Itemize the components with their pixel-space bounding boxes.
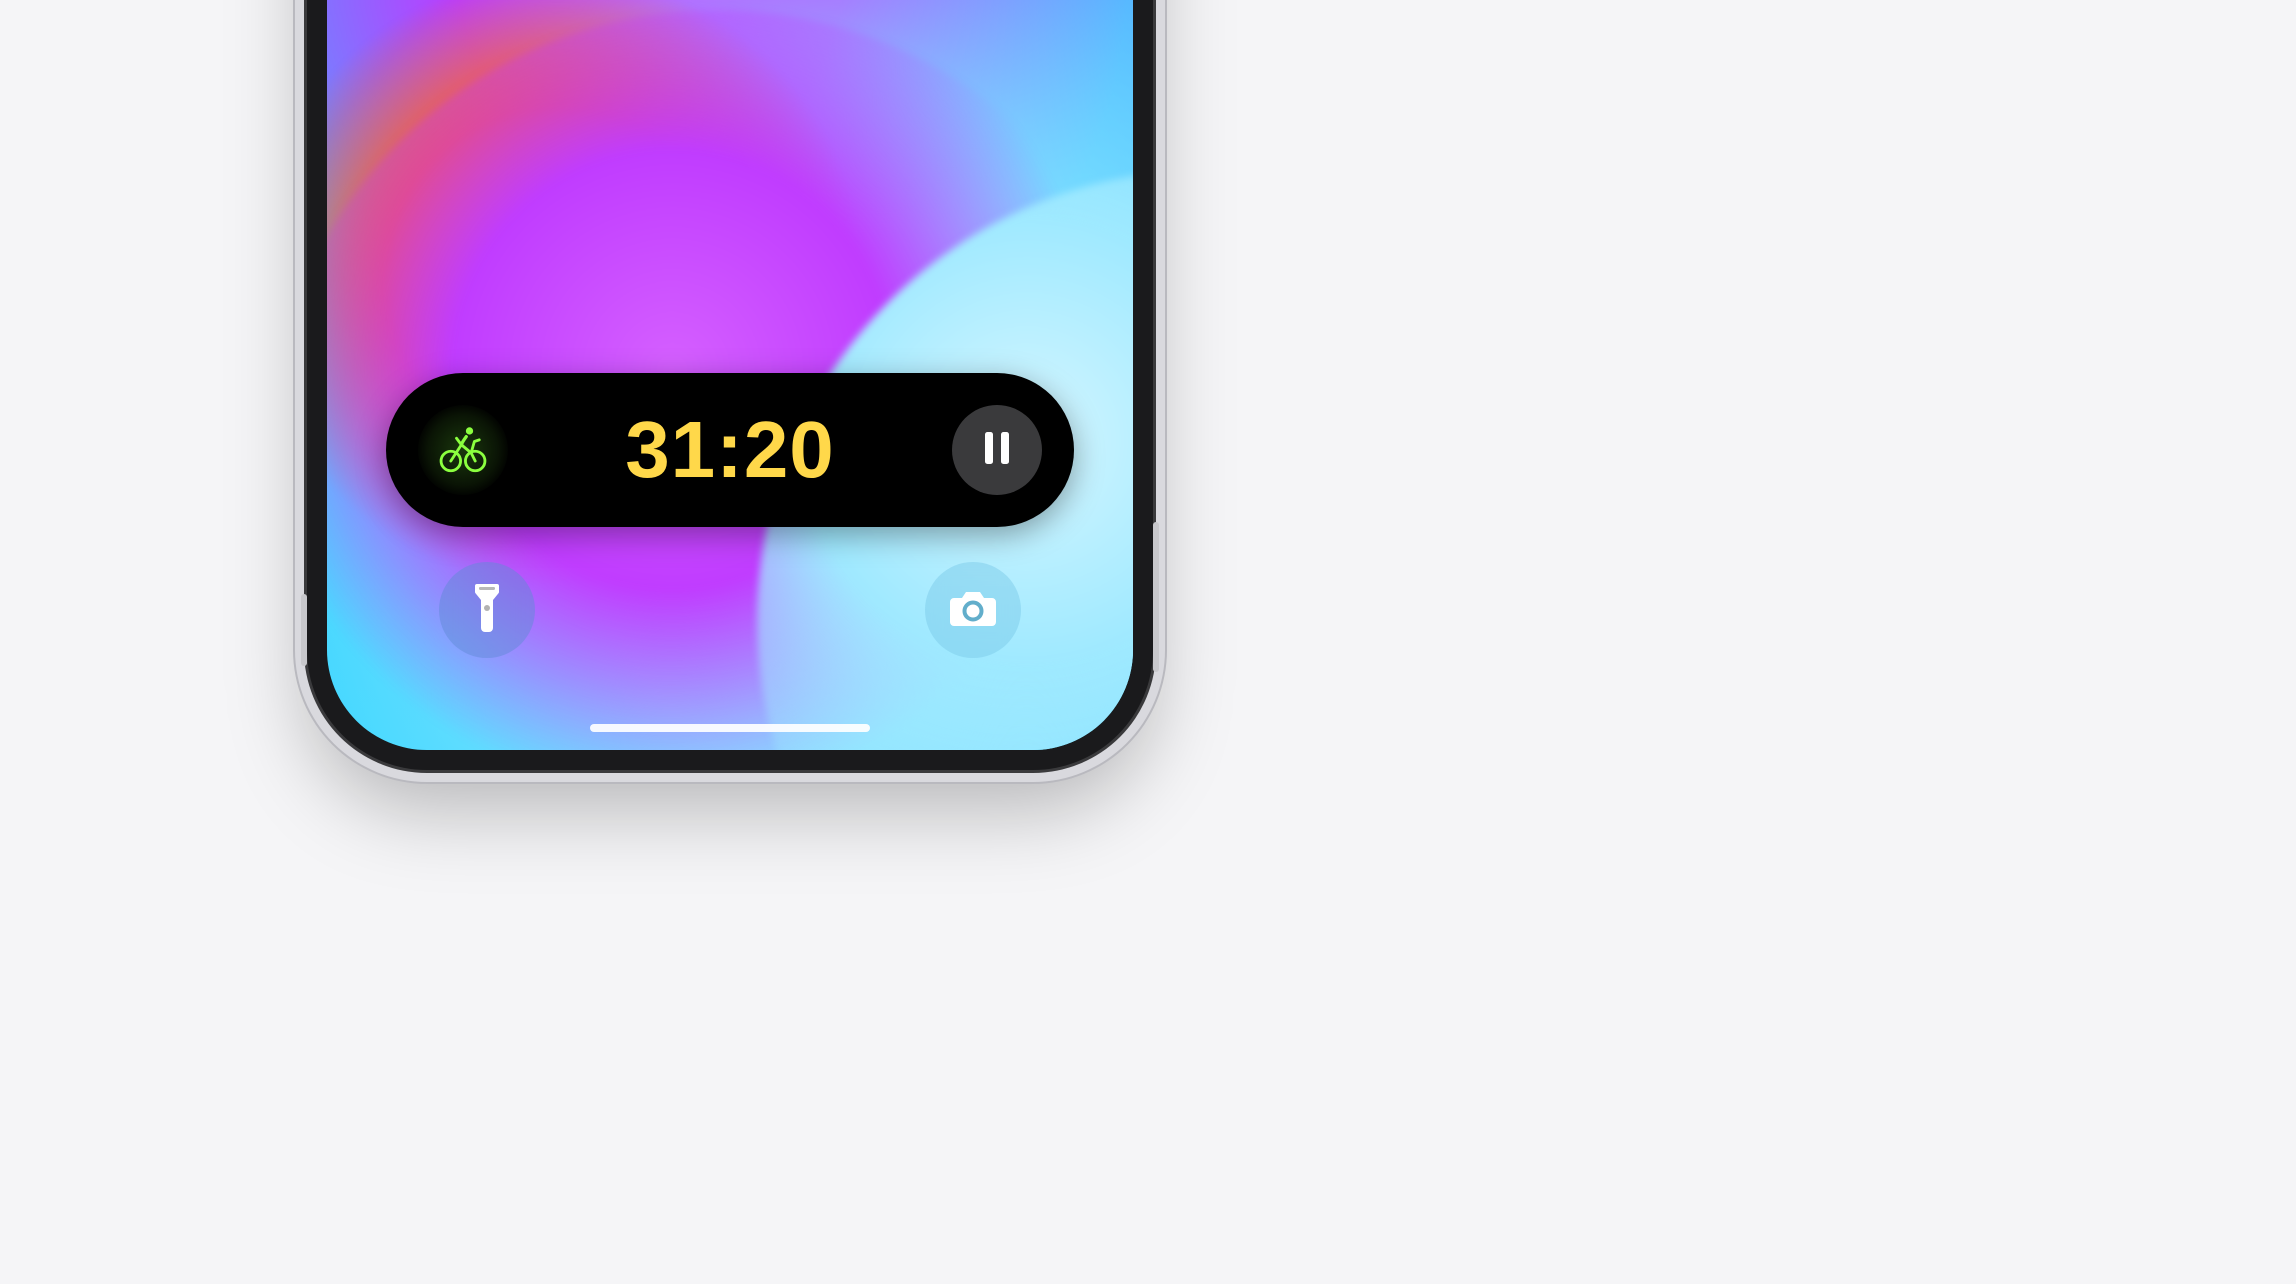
- phone-frame: 31:20: [307, 0, 1153, 770]
- lock-screen: 31:20: [327, 0, 1133, 750]
- camera-icon: [948, 588, 998, 633]
- flashlight-button[interactable]: [439, 562, 535, 658]
- workout-type-indicator: [418, 405, 508, 495]
- side-button[interactable]: [1153, 522, 1159, 672]
- live-activity-pill[interactable]: 31:20: [386, 373, 1074, 527]
- flashlight-icon: [468, 582, 506, 639]
- pause-icon: [982, 430, 1012, 471]
- camera-button[interactable]: [925, 562, 1021, 658]
- pause-button[interactable]: [952, 405, 1042, 495]
- volume-button[interactable]: [301, 594, 307, 666]
- cycling-icon: [437, 422, 489, 479]
- home-indicator[interactable]: [590, 724, 870, 732]
- workout-elapsed-time: 31:20: [625, 410, 835, 490]
